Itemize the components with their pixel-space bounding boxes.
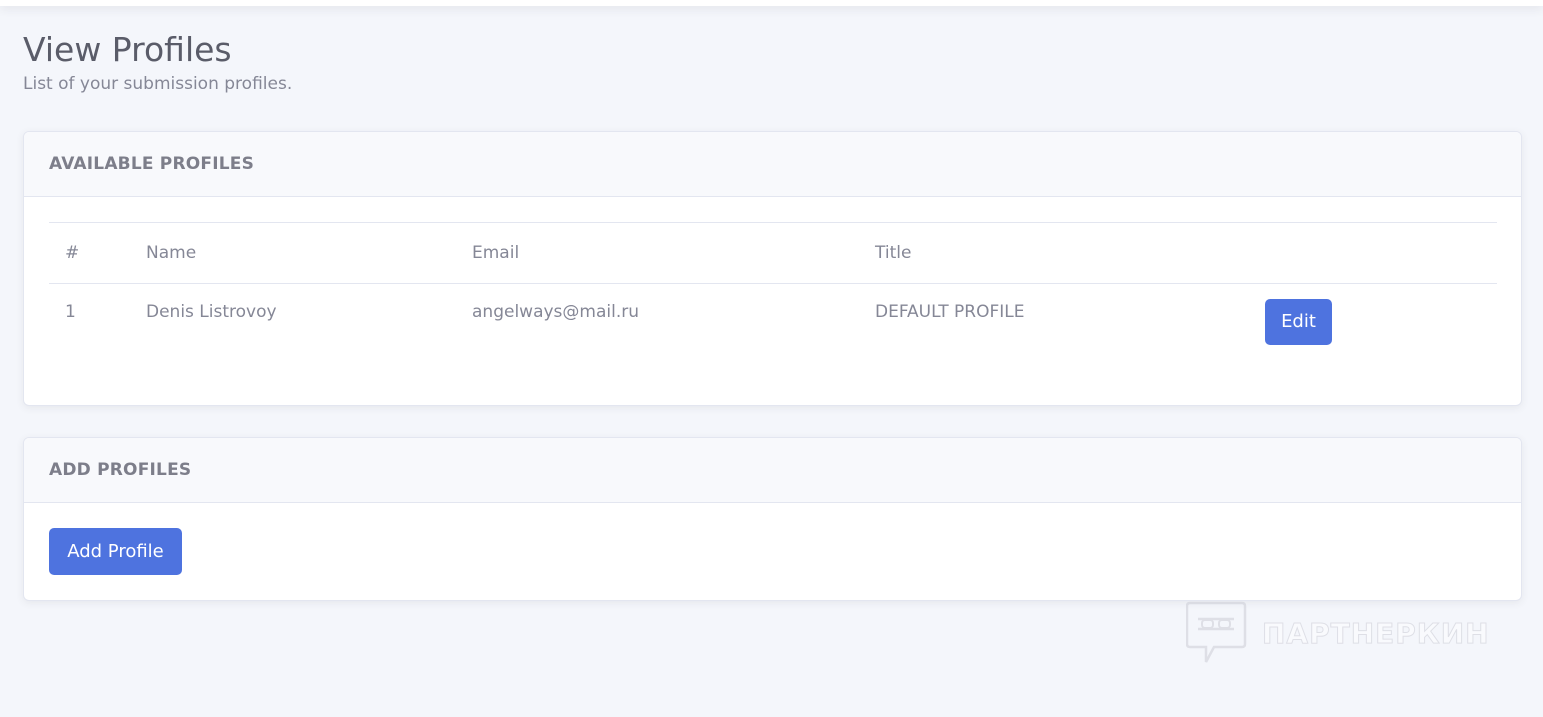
row-number: 1 xyxy=(65,302,76,322)
add-profiles-header: ADD PROFILES xyxy=(24,438,1521,503)
column-header-email: Email xyxy=(456,222,859,284)
page-title: View Profiles xyxy=(23,30,232,69)
page-header: View Profiles List of your submission pr… xyxy=(23,30,292,96)
top-navbar xyxy=(0,0,1543,6)
row-email: angelways@mail.ru xyxy=(472,302,639,322)
table-row: 1 Denis Listrovoy angelways@mail.ru DEFA… xyxy=(49,284,1497,358)
profiles-table: # Name Email Title 1 Denis Listrovoy ang… xyxy=(49,222,1497,358)
row-name: Denis Listrovoy xyxy=(146,302,277,322)
available-profiles-header: AVAILABLE PROFILES xyxy=(24,132,1521,197)
add-profiles-card: ADD PROFILES Add Profile xyxy=(23,437,1522,601)
page-subtitle: List of your submission profiles. xyxy=(23,74,293,94)
row-actions: Edit xyxy=(1249,284,1497,358)
chat-bubble-mask-icon xyxy=(1186,601,1247,663)
column-header-name: Name xyxy=(130,222,456,284)
column-header-number: # xyxy=(49,222,130,284)
edit-profile-button[interactable]: Edit xyxy=(1265,299,1332,345)
watermark-text: ПАРТНЕРКИН xyxy=(1262,616,1490,650)
watermark: ПАРТНЕРКИН xyxy=(1186,600,1490,666)
column-header-actions xyxy=(1249,222,1497,284)
row-title: DEFAULT PROFILE xyxy=(875,302,1025,322)
available-profiles-card: AVAILABLE PROFILES # Name Email Title 1 … xyxy=(23,131,1522,406)
column-header-title: Title xyxy=(859,222,1249,284)
add-profile-button[interactable]: Add Profile xyxy=(49,528,182,575)
table-header-row: # Name Email Title xyxy=(49,222,1497,284)
